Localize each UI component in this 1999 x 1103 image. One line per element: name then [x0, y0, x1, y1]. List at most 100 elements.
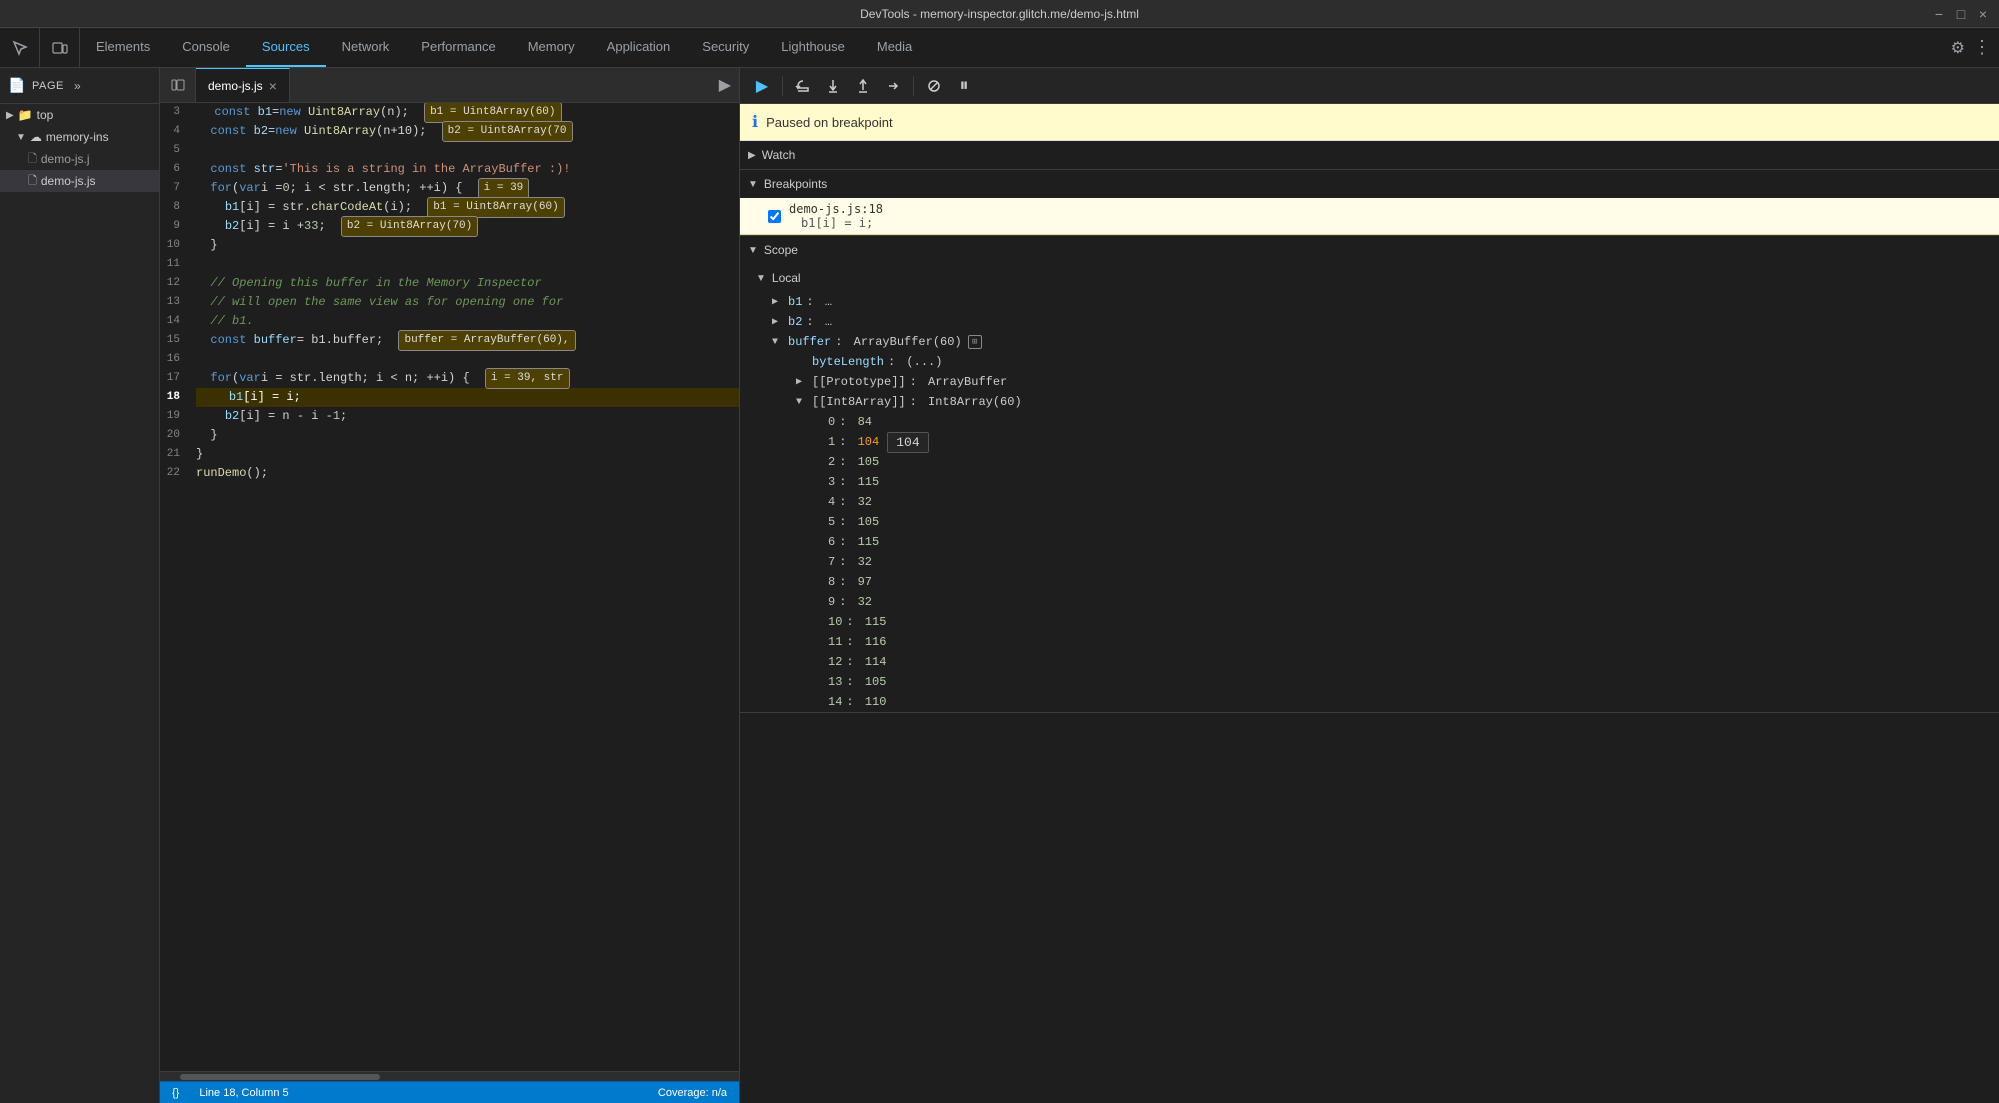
- watch-section: ▶ Watch: [740, 141, 1999, 170]
- code-line-14[interactable]: // b1.: [196, 312, 739, 331]
- breakpoint-checkbox[interactable]: [768, 210, 781, 223]
- scope-entry-5[interactable]: 5 : 105: [740, 512, 1999, 532]
- inspect-icon-btn[interactable]: [0, 28, 40, 67]
- code-line-13[interactable]: // will open the same view as for openin…: [196, 293, 739, 312]
- code-line-9[interactable]: b2 [i] = i + 33 ; b2 = Uint8Array(70): [196, 217, 739, 236]
- file-icon-1: 🗋: [28, 150, 37, 169]
- scope-entry-1[interactable]: 1 : 104 104: [740, 432, 1999, 452]
- tree-label-memory: memory-ins: [46, 130, 109, 144]
- code-line-10[interactable]: }: [196, 236, 739, 255]
- scope-entry-6[interactable]: 6 : 115: [740, 532, 1999, 552]
- code-line-12[interactable]: // Opening this buffer in the Memory Ins…: [196, 274, 739, 293]
- scope-entry-11[interactable]: 11 : 116: [740, 632, 1999, 652]
- tab-console[interactable]: Console: [166, 28, 246, 67]
- scope-entry-0[interactable]: 0 : 84: [740, 412, 1999, 432]
- settings-btn[interactable]: ⚙: [1951, 38, 1965, 58]
- tab-sources[interactable]: Sources: [246, 28, 326, 67]
- code-line-5[interactable]: [196, 141, 739, 160]
- minimize-btn[interactable]: −: [1931, 6, 1947, 22]
- separator-2: [913, 76, 914, 96]
- step-out-btn[interactable]: [849, 72, 877, 100]
- scope-section-header[interactable]: ▼ Scope: [740, 236, 1999, 264]
- devtools-toolbar: Elements Console Sources Network Perform…: [0, 28, 1999, 68]
- tree-item-file1[interactable]: 🗋 demo-js.j: [0, 148, 159, 170]
- scope-entry-8[interactable]: 8 : 97: [740, 572, 1999, 592]
- code-line-21[interactable]: }: [196, 445, 739, 464]
- scope-buffer[interactable]: ▼ buffer : ArrayBuffer(60) ⊞: [740, 332, 1999, 352]
- code-line-19[interactable]: b2 [i] = n - i - 1 ;: [196, 407, 739, 426]
- scope-section: ▼ Scope ▼ Local ▶ b1 : … ▶: [740, 236, 1999, 713]
- tab-security[interactable]: Security: [686, 28, 765, 67]
- play-icon[interactable]: ▶: [719, 75, 731, 95]
- code-line-15[interactable]: const buffer = b1.buffer; buffer = Array…: [196, 331, 739, 350]
- watch-section-header[interactable]: ▶ Watch: [740, 141, 1999, 169]
- breakpoints-section-header[interactable]: ▼ Breakpoints: [740, 170, 1999, 198]
- tree-item-memory[interactable]: ▼ ☁ memory-ins: [0, 126, 159, 148]
- scope-int8array[interactable]: ▼ [[Int8Array]] : Int8Array(60): [740, 392, 1999, 412]
- memory-inspector-icon[interactable]: ⊞: [968, 335, 982, 349]
- watch-arrow: ▶: [748, 150, 756, 161]
- tree-item-file2[interactable]: 🗋 demo-js.js: [0, 170, 159, 192]
- toggle-sidebar-btn[interactable]: [160, 68, 196, 102]
- code-line-3[interactable]: const b1 = new Uint8Array (n); b1 = Uint…: [196, 103, 739, 122]
- resume-btn[interactable]: ▶: [748, 72, 776, 100]
- scope-entry-14[interactable]: 14 : 110: [740, 692, 1999, 712]
- scope-prototype[interactable]: ▶ [[Prototype]] : ArrayBuffer: [740, 372, 1999, 392]
- scope-entry-13[interactable]: 13 : 105: [740, 672, 1999, 692]
- scope-entry-7[interactable]: 7 : 32: [740, 552, 1999, 572]
- sidebar-title: Page: [32, 80, 64, 92]
- scope-bytelength[interactable]: byteLength : (...): [740, 352, 1999, 372]
- code-line-11[interactable]: [196, 255, 739, 274]
- scope-b1[interactable]: ▶ b1 : …: [740, 292, 1999, 312]
- local-arrow: ▼: [756, 273, 766, 284]
- file-tab-close[interactable]: ×: [269, 78, 277, 94]
- tab-network[interactable]: Network: [326, 28, 406, 67]
- maximize-btn[interactable]: □: [1953, 6, 1969, 22]
- toolbar-end: ⚙ ⋮: [1943, 28, 1999, 67]
- device-toolbar-btn[interactable]: [40, 28, 80, 67]
- step-into-btn[interactable]: [819, 72, 847, 100]
- buffer-arrow: ▼: [772, 337, 784, 348]
- main-layout: 📄 Page » ▶ 📁 top ▼ ☁ memory-ins 🗋 demo-j…: [0, 68, 1999, 1103]
- window-controls: − □ ×: [1931, 6, 1991, 22]
- code-line-16[interactable]: [196, 350, 739, 369]
- format-btn[interactable]: {}: [172, 1087, 179, 1099]
- step-btn[interactable]: [879, 72, 907, 100]
- code-line-20[interactable]: }: [196, 426, 739, 445]
- scope-entry-10[interactable]: 10 : 115: [740, 612, 1999, 632]
- debugger-panel: ▶: [740, 68, 1999, 1103]
- tab-application[interactable]: Application: [591, 28, 687, 67]
- scope-entry-2[interactable]: 2 : 105: [740, 452, 1999, 472]
- tab-memory[interactable]: Memory: [512, 28, 591, 67]
- step-over-btn[interactable]: [789, 72, 817, 100]
- more-btn[interactable]: ⋮: [1973, 37, 1991, 58]
- close-btn[interactable]: ×: [1975, 6, 1991, 22]
- code-line-22[interactable]: runDemo ();: [196, 464, 739, 483]
- code-line-6[interactable]: const str = 'This is a string in the Arr…: [196, 160, 739, 179]
- scope-entry-9[interactable]: 9 : 32: [740, 592, 1999, 612]
- code-line-7[interactable]: for ( var i = 0 ; i < str.length; ++i) {…: [196, 179, 739, 198]
- info-icon: ℹ: [752, 112, 758, 132]
- scope-b2[interactable]: ▶ b2 : …: [740, 312, 1999, 332]
- watch-label: Watch: [762, 148, 796, 162]
- tab-elements[interactable]: Elements: [80, 28, 166, 67]
- code-line-18[interactable]: b1 [i] = i;: [196, 388, 739, 407]
- tab-lighthouse[interactable]: Lighthouse: [765, 28, 861, 67]
- tree-item-top[interactable]: ▶ 📁 top: [0, 104, 159, 126]
- scope-entry-4[interactable]: 4 : 32: [740, 492, 1999, 512]
- breakpoint-item[interactable]: demo-js.js:18 b1[i] = i;: [740, 198, 1999, 235]
- code-line-8[interactable]: b1 [i] = str. charCodeAt (i); b1 = Uint8…: [196, 198, 739, 217]
- code-line-17[interactable]: for ( var i = str.length; i < n; ++i) { …: [196, 369, 739, 388]
- tab-performance[interactable]: Performance: [405, 28, 511, 67]
- scope-entry-12[interactable]: 12 : 114: [740, 652, 1999, 672]
- tab-media[interactable]: Media: [861, 28, 928, 67]
- sidebar-expand-btn[interactable]: »: [74, 79, 81, 93]
- scrollbar-thumb[interactable]: [180, 1074, 380, 1080]
- deactivate-btn[interactable]: [920, 72, 948, 100]
- scope-entry-3[interactable]: 3 : 115: [740, 472, 1999, 492]
- code-line-4[interactable]: const b2 = new Uint8Array (n+10); b2 = U…: [196, 122, 739, 141]
- pause-on-exceptions-btn[interactable]: ⏸: [950, 72, 978, 100]
- horizontal-scrollbar[interactable]: [160, 1071, 739, 1081]
- local-section-header[interactable]: ▼ Local: [740, 264, 1999, 292]
- file-tab-demo-js[interactable]: demo-js.js ×: [196, 68, 290, 102]
